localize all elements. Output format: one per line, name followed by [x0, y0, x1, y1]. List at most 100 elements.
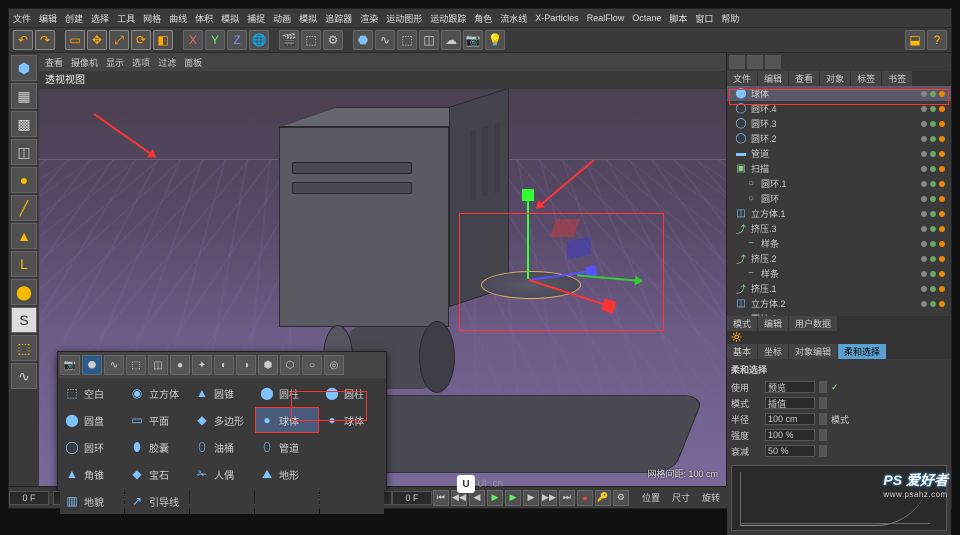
attr-tab[interactable]: 基本	[727, 344, 757, 359]
visibility-dot[interactable]	[930, 121, 936, 127]
viewport-menu-item[interactable]: 面板	[184, 56, 202, 69]
render-dot[interactable]	[939, 301, 945, 307]
axis-z-toggle[interactable]: Z	[227, 30, 247, 50]
primitive-menu[interactable]: ⬣	[353, 30, 373, 50]
om-menu-item[interactable]: 书签	[882, 71, 912, 86]
camera-menu[interactable]: 📷	[463, 30, 483, 50]
menu-item[interactable]: 文件	[13, 12, 31, 25]
popup-tab[interactable]: ✦	[192, 355, 212, 375]
object-row[interactable]: ~样条	[727, 266, 951, 281]
layer-dot[interactable]	[921, 106, 927, 112]
layer-dot[interactable]	[921, 136, 927, 142]
make-editable[interactable]: ⬢	[11, 55, 37, 81]
viewport-solo[interactable]: ⬤	[11, 279, 37, 305]
render-dot[interactable]	[939, 106, 945, 112]
object-manager[interactable]: ⬤球体◯圆环.4◯圆环.3◯圆环.2▬管道▣扫描○圆环.1○圆环◫立方体.1⤴挤…	[727, 86, 951, 316]
menu-item[interactable]: 编辑	[39, 12, 57, 25]
popup-tab[interactable]: ◑	[236, 355, 256, 375]
environment-menu[interactable]: ☁	[441, 30, 461, 50]
layer-dot[interactable]	[921, 301, 927, 307]
object-row[interactable]: ○圆环.1	[727, 176, 951, 191]
spinner[interactable]	[819, 413, 827, 425]
render-dot[interactable]	[939, 256, 945, 262]
visibility-dot[interactable]	[930, 136, 936, 142]
popup-tab[interactable]: ∿	[104, 355, 124, 375]
visibility-dot[interactable]	[930, 241, 936, 247]
render-dot[interactable]	[939, 226, 945, 232]
layout-menu[interactable]: ⬓	[905, 30, 925, 50]
primitive-item[interactable]: ▲角锥	[60, 461, 124, 487]
menu-item[interactable]: 窗口	[695, 12, 713, 25]
object-row[interactable]: ⤴挤压.3	[727, 221, 951, 236]
render-dot[interactable]	[939, 121, 945, 127]
popup-tab[interactable]: ⬚	[126, 355, 146, 375]
menu-item[interactable]: 模拟	[221, 12, 239, 25]
menu-item[interactable]: 曲线	[169, 12, 187, 25]
menu-item[interactable]: 动画	[273, 12, 291, 25]
primitive-item[interactable]: ◆多边形	[190, 407, 254, 433]
spinner[interactable]	[819, 397, 827, 409]
spinner[interactable]	[819, 445, 827, 457]
viewport-menu-item[interactable]: 显示	[106, 56, 124, 69]
om-menu-item[interactable]: 对象	[820, 71, 850, 86]
primitive-item[interactable]: ◉立方体	[125, 380, 189, 406]
menu-item[interactable]: 网格	[143, 12, 161, 25]
attr-input[interactable]	[765, 429, 815, 441]
render-dot[interactable]	[939, 211, 945, 217]
soft-select-falloff[interactable]: ∿	[11, 363, 37, 389]
menu-item[interactable]: 运动跟踪	[430, 12, 466, 25]
coord-tab[interactable]: 位置	[636, 491, 666, 504]
om-menu-item[interactable]: 编辑	[758, 71, 788, 86]
popup-tab[interactable]: ◐	[214, 355, 234, 375]
layer-dot[interactable]	[921, 196, 927, 202]
attr-tab[interactable]: 坐标	[758, 344, 788, 359]
light-menu[interactable]: 💡	[485, 30, 505, 50]
record-button[interactable]: ●	[577, 490, 593, 506]
panel-icon[interactable]	[747, 55, 763, 69]
polygon-mode[interactable]: ▲	[11, 223, 37, 249]
om-menu-item[interactable]: 文件	[727, 71, 757, 86]
primitive-item[interactable]: ◯圆环	[60, 434, 124, 460]
generator-menu[interactable]: ⬚	[397, 30, 417, 50]
autokey-button[interactable]: 🔑	[595, 490, 611, 506]
om-menu-item[interactable]: 标签	[851, 71, 881, 86]
scale-tool[interactable]: ⤢	[109, 30, 129, 50]
snap-toggle[interactable]: S	[11, 307, 37, 333]
point-mode[interactable]: ●	[11, 167, 37, 193]
popup-tab[interactable]: ◎	[324, 355, 344, 375]
primitive-item[interactable]: ⬮胶囊	[125, 434, 189, 460]
menu-item[interactable]: 模拟	[299, 12, 317, 25]
goto-start-button[interactable]: ⏮	[433, 490, 449, 506]
menu-item[interactable]: 脚本	[669, 12, 687, 25]
primitive-item[interactable]: ▥地貌	[60, 488, 124, 514]
spinner[interactable]	[819, 381, 827, 393]
object-row[interactable]: ▣扫描	[727, 161, 951, 176]
visibility-dot[interactable]	[930, 196, 936, 202]
panel-icon[interactable]	[729, 55, 745, 69]
primitive-item[interactable]: ⬯油桶	[190, 434, 254, 460]
popup-tab[interactable]: ⬡	[280, 355, 300, 375]
frame-start-input[interactable]	[9, 491, 49, 505]
panel-icon[interactable]	[765, 55, 781, 69]
enable-axis[interactable]: L	[11, 251, 37, 277]
menu-item[interactable]: 运动图形	[386, 12, 422, 25]
object-row[interactable]: ▬管道	[727, 146, 951, 161]
primitive-item[interactable]: ⛰地形	[255, 461, 319, 487]
model-mode[interactable]: ▦	[11, 83, 37, 109]
render-view[interactable]: 🎬	[279, 30, 299, 50]
world-toggle[interactable]: 🌐	[249, 30, 269, 50]
layer-dot[interactable]	[921, 151, 927, 157]
play-button[interactable]: ▶	[505, 490, 521, 506]
object-row[interactable]: ◫立方体.2	[727, 296, 951, 311]
menu-item[interactable]: RealFlow	[587, 13, 625, 23]
axis-y-toggle[interactable]: Y	[205, 30, 225, 50]
coord-tab[interactable]: 尺寸	[666, 491, 696, 504]
visibility-dot[interactable]	[930, 301, 936, 307]
viewport-menu-item[interactable]: 过滤	[158, 56, 176, 69]
move-tool[interactable]: ✥	[87, 30, 107, 50]
visibility-dot[interactable]	[930, 256, 936, 262]
coord-tab[interactable]: 旋转	[696, 491, 726, 504]
visibility-dot[interactable]	[930, 286, 936, 292]
menu-item[interactable]: 选择	[91, 12, 109, 25]
attr-menu-item[interactable]: 模式	[727, 316, 757, 331]
